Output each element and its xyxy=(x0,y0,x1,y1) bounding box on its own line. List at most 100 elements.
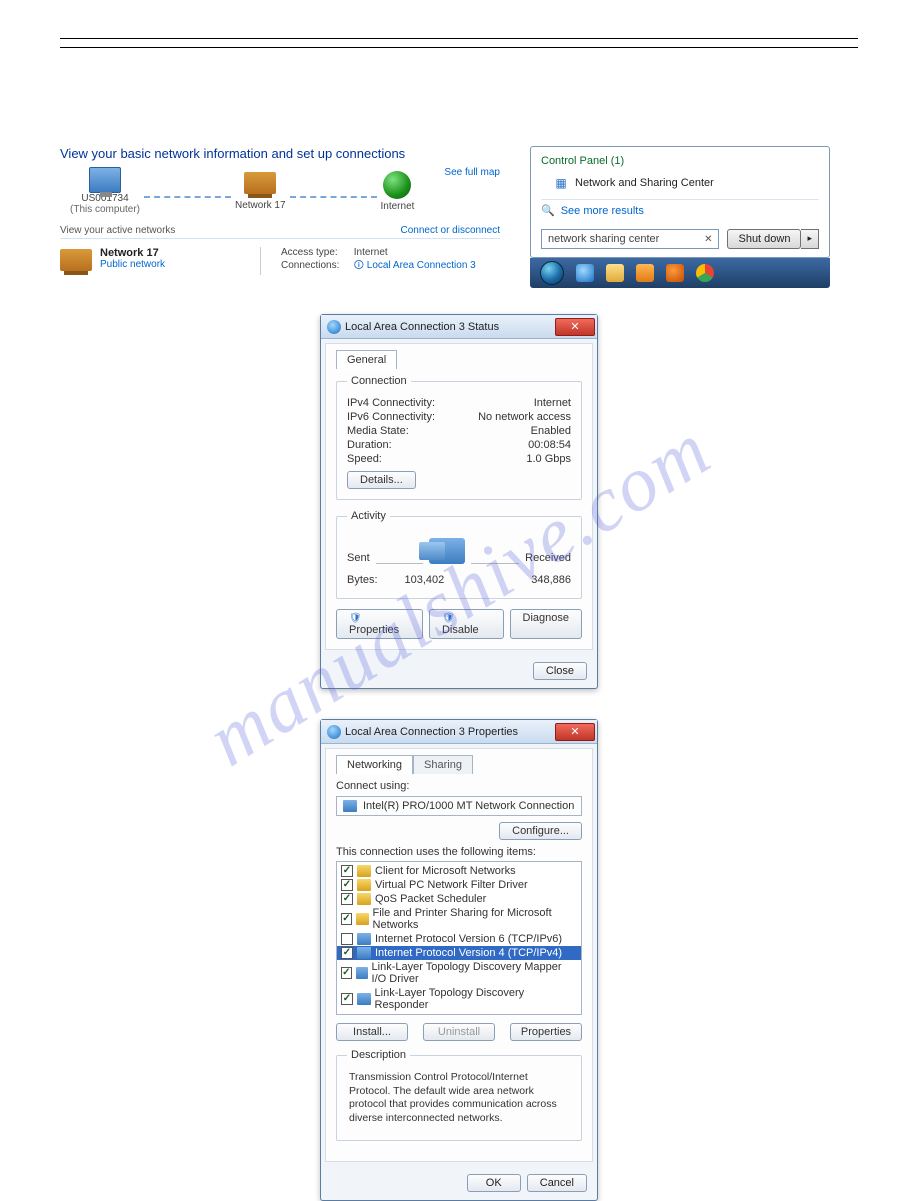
bytes-received: 348,886 xyxy=(531,574,571,586)
checkbox[interactable] xyxy=(341,947,353,959)
start-menu-search-panel: Control Panel (1) ▦ Network and Sharing … xyxy=(530,146,830,288)
network-items-list[interactable]: Client for Microsoft NetworksVirtual PC … xyxy=(336,861,582,1015)
search-input[interactable]: network sharing center ✕ xyxy=(541,229,719,249)
see-full-map-link[interactable]: See full map xyxy=(444,167,500,178)
active-networks-label: View your active networks xyxy=(60,225,175,236)
access-type-value: Internet xyxy=(354,247,388,258)
shutdown-menu-arrow-icon[interactable]: ▸ xyxy=(801,229,819,249)
list-item[interactable]: QoS Packet Scheduler xyxy=(337,892,581,906)
firefox-icon[interactable] xyxy=(666,264,684,282)
dialog-title: Local Area Connection 3 Properties xyxy=(345,726,518,738)
checkbox[interactable] xyxy=(341,893,353,905)
globe-icon xyxy=(383,171,411,199)
checkbox[interactable] xyxy=(341,865,353,877)
item-label: Internet Protocol Version 4 (TCP/IPv4) xyxy=(375,947,562,959)
activity-group: Activity Sent Received Bytes: 103,402 34… xyxy=(336,510,582,599)
clear-search-icon[interactable]: ✕ xyxy=(704,234,712,245)
list-item[interactable]: Link-Layer Topology Discovery Mapper I/O… xyxy=(337,960,581,986)
node-network: Network 17 xyxy=(235,172,286,211)
close-button[interactable]: ✕ xyxy=(555,723,595,741)
properties-button[interactable]: Properties xyxy=(336,609,423,639)
item-label: Link-Layer Topology Discovery Mapper I/O… xyxy=(372,961,577,985)
uses-items-label: This connection uses the following items… xyxy=(336,846,582,858)
connect-using-label: Connect using: xyxy=(336,780,582,792)
protocol-icon xyxy=(357,947,371,959)
connection-status-dialog: Local Area Connection 3 Status ✕ General… xyxy=(320,314,598,689)
explorer-icon[interactable] xyxy=(606,264,624,282)
network-type-link[interactable]: Public network xyxy=(100,259,165,270)
checkbox[interactable] xyxy=(341,993,353,1005)
list-item[interactable]: Client for Microsoft Networks xyxy=(337,864,581,878)
access-type-label: Access type: xyxy=(281,247,351,258)
adapter-box: Intel(R) PRO/1000 MT Network Connection xyxy=(336,796,582,816)
node-this-computer: US001734 (This computer) xyxy=(70,167,140,215)
shutdown-button[interactable]: Shut down ▸ xyxy=(727,229,819,249)
network-sharing-icon: ▦ xyxy=(553,175,569,191)
connections-label: Connections: xyxy=(281,260,351,271)
item-properties-button[interactable]: Properties xyxy=(510,1023,582,1041)
received-label: Received xyxy=(525,552,571,564)
item-label: Client for Microsoft Networks xyxy=(375,865,516,877)
network-sharing-center-panel: View your basic network information and … xyxy=(60,146,500,275)
configure-button[interactable]: Configure... xyxy=(499,822,582,840)
item-label: File and Printer Sharing for Microsoft N… xyxy=(373,907,577,931)
list-item[interactable]: File and Printer Sharing for Microsoft N… xyxy=(337,906,581,932)
tab-networking[interactable]: Networking xyxy=(336,755,413,774)
connection-link[interactable]: Local Area Connection 3 xyxy=(367,260,476,271)
chrome-icon[interactable] xyxy=(696,264,714,282)
description-group: Description Transmission Control Protoco… xyxy=(336,1049,582,1141)
protocol-icon xyxy=(357,893,371,905)
disable-button[interactable]: Disable xyxy=(429,609,504,639)
list-item[interactable]: Virtual PC Network Filter Driver xyxy=(337,878,581,892)
bench-icon xyxy=(60,249,92,271)
list-item[interactable]: Internet Protocol Version 4 (TCP/IPv4) xyxy=(337,946,581,960)
search-result-item[interactable]: ▦ Network and Sharing Center xyxy=(541,173,819,199)
protocol-icon xyxy=(357,865,371,877)
bytes-sent: 103,402 xyxy=(405,574,445,586)
protocol-icon xyxy=(357,993,371,1005)
connection-properties-dialog: Local Area Connection 3 Properties ✕ Net… xyxy=(320,719,598,1201)
activity-icon xyxy=(429,538,465,564)
description-text: Transmission Control Protocol/Internet P… xyxy=(347,1069,571,1130)
checkbox[interactable] xyxy=(341,879,353,891)
close-button[interactable]: Close xyxy=(533,662,587,680)
protocol-icon xyxy=(356,967,368,979)
ie-icon[interactable] xyxy=(576,264,594,282)
cancel-button[interactable]: Cancel xyxy=(527,1174,587,1192)
ok-button[interactable]: OK xyxy=(467,1174,521,1192)
diagnose-button[interactable]: Diagnose xyxy=(510,609,582,639)
protocol-icon xyxy=(357,933,371,945)
item-label: Link-Layer Topology Discovery Responder xyxy=(375,987,577,1011)
media-player-icon[interactable] xyxy=(636,264,654,282)
checkbox[interactable] xyxy=(341,967,352,979)
nic-icon xyxy=(343,800,357,812)
computer-icon xyxy=(89,167,121,193)
header-rule-2 xyxy=(60,47,858,48)
item-label: Internet Protocol Version 6 (TCP/IPv6) xyxy=(375,933,562,945)
see-more-results-link[interactable]: 🔍See more results xyxy=(541,200,819,221)
install-button[interactable]: Install... xyxy=(336,1023,408,1041)
protocol-icon xyxy=(357,879,371,891)
header-rule-1 xyxy=(60,38,858,39)
link-line xyxy=(290,196,377,198)
checkbox[interactable] xyxy=(341,913,352,925)
uninstall-button[interactable]: Uninstall xyxy=(423,1023,495,1041)
close-button[interactable]: ✕ xyxy=(555,318,595,336)
tab-general[interactable]: General xyxy=(336,350,397,369)
dialog-icon xyxy=(327,725,341,739)
network-name: Network 17 xyxy=(100,247,165,259)
tab-sharing[interactable]: Sharing xyxy=(413,755,473,774)
dialog-title: Local Area Connection 3 Status xyxy=(345,321,499,333)
connection-group: Connection IPv4 Connectivity:Internet IP… xyxy=(336,375,582,500)
details-button[interactable]: Details... xyxy=(347,471,416,489)
list-item[interactable]: Internet Protocol Version 6 (TCP/IPv6) xyxy=(337,932,581,946)
sent-label: Sent xyxy=(347,552,370,564)
bench-icon xyxy=(244,172,276,194)
list-item[interactable]: Link-Layer Topology Discovery Responder xyxy=(337,986,581,1012)
link-line xyxy=(144,196,231,198)
dialog-icon xyxy=(327,320,341,334)
start-orb-icon[interactable] xyxy=(540,261,564,285)
taskbar xyxy=(530,258,830,288)
connect-disconnect-link[interactable]: Connect or disconnect xyxy=(400,225,500,236)
checkbox[interactable] xyxy=(341,933,353,945)
